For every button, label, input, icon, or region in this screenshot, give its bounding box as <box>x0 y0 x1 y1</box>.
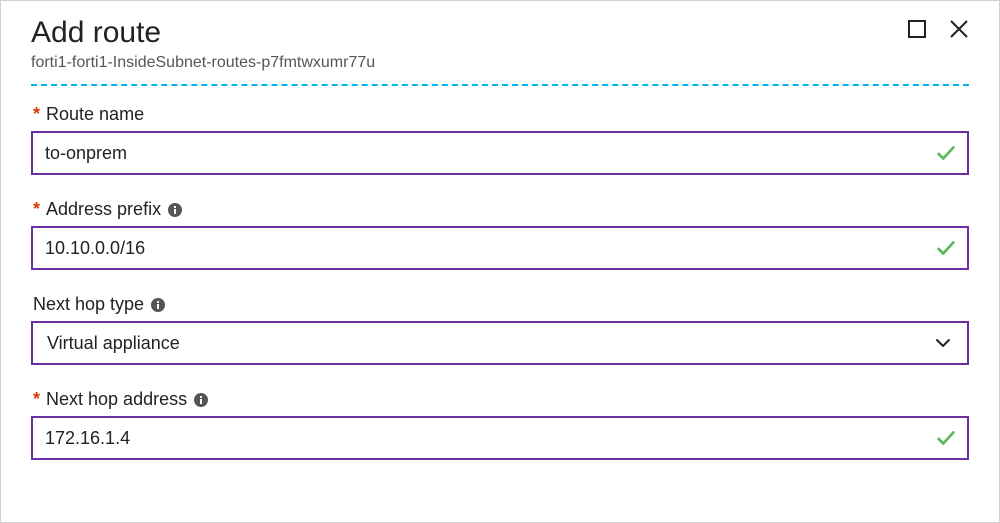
route-name-input-wrapper[interactable] <box>31 131 969 175</box>
next-hop-type-select[interactable]: Virtual appliance <box>31 321 969 365</box>
separator <box>31 84 969 86</box>
address-prefix-input-wrapper[interactable] <box>31 226 969 270</box>
breadcrumb: forti1-forti1-InsideSubnet-routes-p7fmtw… <box>31 54 907 72</box>
info-icon[interactable] <box>167 202 183 218</box>
panel-title: Add route <box>31 13 907 52</box>
required-indicator: * <box>33 104 40 125</box>
maximize-icon[interactable] <box>907 19 927 39</box>
checkmark-icon <box>935 142 957 164</box>
next-hop-address-input[interactable] <box>45 428 955 449</box>
field-label: Next hop type <box>33 294 144 315</box>
info-icon[interactable] <box>193 392 209 408</box>
required-indicator: * <box>33 389 40 410</box>
field-address-prefix: * Address prefix <box>31 199 969 270</box>
field-label: Route name <box>46 104 144 125</box>
chevron-down-icon <box>933 333 953 353</box>
address-prefix-input[interactable] <box>45 238 955 259</box>
field-next-hop-address: * Next hop address <box>31 389 969 460</box>
close-icon[interactable] <box>949 19 969 39</box>
select-value: Virtual appliance <box>47 333 180 354</box>
field-route-name: * Route name <box>31 104 969 175</box>
field-label: Next hop address <box>46 389 187 410</box>
info-icon[interactable] <box>150 297 166 313</box>
checkmark-icon <box>935 427 957 449</box>
field-label: Address prefix <box>46 199 161 220</box>
next-hop-address-input-wrapper[interactable] <box>31 416 969 460</box>
route-name-input[interactable] <box>45 143 955 164</box>
checkmark-icon <box>935 237 957 259</box>
field-next-hop-type: Next hop type Virtual appliance <box>31 294 969 365</box>
required-indicator: * <box>33 199 40 220</box>
